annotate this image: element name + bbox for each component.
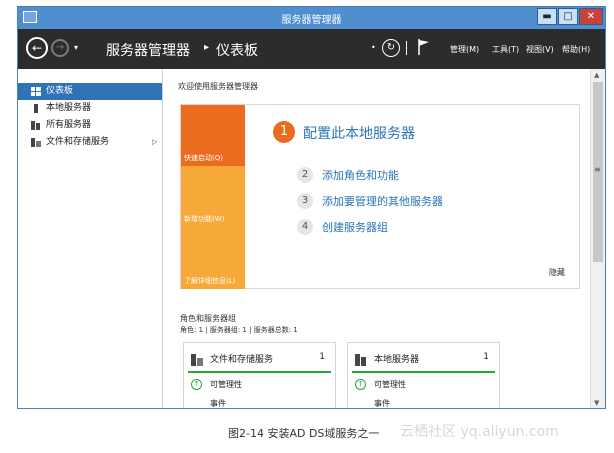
storage-icon — [191, 354, 203, 366]
add-other-servers-link[interactable]: 添加要管理的其他服务器 — [322, 193, 443, 209]
menu-help[interactable]: 帮助(H) — [562, 44, 590, 55]
flag-icon — [418, 39, 429, 55]
arrow-left-icon: ← — [31, 41, 43, 55]
step-number-2: 2 — [297, 167, 313, 183]
figure-caption: 图2-14 安装AD DS域服务之一 — [228, 427, 380, 440]
breadcrumb-dashboard: 仪表板 — [216, 43, 258, 59]
server-icon — [34, 104, 38, 113]
status-ok-icon: ↑ — [191, 379, 202, 390]
hide-link[interactable]: 隐藏 — [549, 267, 565, 278]
menu-manage[interactable]: 管理(M) — [450, 44, 479, 55]
tile-label: 新增功能(W) — [184, 215, 225, 223]
scroll-grip-icon: ≡ — [594, 165, 601, 174]
window-title: 服务器管理器 — [281, 15, 342, 26]
role-card-file-storage[interactable]: 文件和存储服务 1 ↑ 可管理性 事件 — [183, 342, 336, 408]
refresh-button[interactable]: ↻ — [382, 39, 400, 57]
configure-local-server-link[interactable]: 配置此本地服务器 — [303, 123, 415, 143]
toolbar: ← → ▾ 服务器管理器 ▸ 仪表板 • ↻ 管理(M) 工具(T) 视图(V)… — [18, 29, 605, 69]
create-server-group-link[interactable]: 创建服务器组 — [322, 219, 388, 235]
sidebar-item-dashboard[interactable]: 仪表板 — [18, 83, 162, 100]
tile-learn-more[interactable]: 了解详细信息(L) — [181, 227, 245, 289]
role-card-local-server[interactable]: 本地服务器 1 ↑ 可管理性 事件 — [347, 342, 500, 408]
welcome-title: 欢迎使用服务器管理器 — [178, 82, 258, 91]
vertical-scrollbar[interactable]: ▲ ≡ ▼ — [590, 69, 605, 408]
toolbar-divider — [406, 41, 407, 55]
card-count: 1 — [319, 352, 325, 362]
scroll-down-icon[interactable]: ▼ — [594, 399, 599, 407]
tile-whats-new[interactable]: 新增功能(W) — [181, 166, 245, 227]
server-icon — [355, 354, 366, 366]
servers-icon — [31, 121, 40, 130]
tile-quick-start[interactable]: 快速启动(Q) — [181, 105, 245, 166]
history-dropdown[interactable]: ▾ — [74, 43, 78, 52]
events-link[interactable]: 事件 — [374, 398, 390, 408]
tile-label: 快速启动(Q) — [184, 154, 223, 162]
sidebar-item-label: 所有服务器 — [46, 120, 92, 130]
storage-icon — [31, 138, 41, 147]
menu-tools[interactable]: 工具(T) — [492, 44, 519, 55]
expand-arrow-icon[interactable]: ▷ — [152, 134, 157, 151]
server-manager-window: 服务器管理器 ▬ □ ✕ ← → ▾ 服务器管理器 ▸ 仪表板 • ↻ 管理(M… — [17, 6, 606, 409]
sidebar-item-label: 文件和存储服务 — [46, 137, 110, 147]
sidebar-item-label: 本地服务器 — [46, 103, 92, 113]
refresh-dropdown[interactable]: • — [371, 43, 376, 52]
card-title: 本地服务器 — [374, 355, 420, 365]
maximize-button[interactable]: □ — [558, 8, 578, 25]
breadcrumb-separator-icon: ▸ — [204, 42, 210, 53]
title-bar: 服务器管理器 ▬ □ ✕ — [18, 7, 605, 29]
dashboard-icon — [31, 87, 41, 96]
card-count: 1 — [483, 352, 489, 362]
menu-view[interactable]: 视图(V) — [526, 44, 554, 55]
sidebar-item-all-servers[interactable]: 所有服务器 — [18, 117, 162, 134]
card-title: 文件和存储服务 — [210, 355, 274, 365]
status-ok-icon: ↑ — [355, 379, 366, 390]
sidebar-item-label: 仪表板 — [46, 86, 74, 96]
refresh-icon: ↻ — [386, 42, 396, 53]
events-link[interactable]: 事件 — [210, 398, 226, 408]
notifications-button[interactable] — [418, 39, 430, 59]
scroll-up-icon[interactable]: ▲ — [594, 71, 599, 79]
step-number-4: 4 — [297, 219, 313, 235]
sidebar: 仪表板 本地服务器 所有服务器 文件和存储服务 ▷ — [18, 69, 163, 408]
back-button[interactable]: ← — [26, 37, 48, 59]
breadcrumb-server-manager[interactable]: 服务器管理器 — [106, 40, 190, 60]
sidebar-item-local-server[interactable]: 本地服务器 — [18, 100, 162, 117]
manageability-link[interactable]: 可管理性 — [210, 379, 242, 390]
minimize-button[interactable]: ▬ — [537, 8, 557, 25]
dashboard-content: 欢迎使用服务器管理器 快速启动(Q) 新增功能(W) 了解详细信息(L) 1 配… — [164, 69, 589, 408]
sidebar-item-file-storage[interactable]: 文件和存储服务 ▷ — [18, 134, 162, 151]
close-button[interactable]: ✕ — [579, 8, 603, 25]
roles-summary: 角色: 1 | 服务器组: 1 | 服务器总数: 1 — [180, 326, 298, 334]
manageability-link[interactable]: 可管理性 — [374, 379, 406, 390]
tile-label: 了解详细信息(L) — [184, 277, 236, 285]
arrow-right-icon: → — [55, 42, 65, 53]
quick-start-panel: 快速启动(Q) 新增功能(W) 了解详细信息(L) 1 配置此本地服务器 2 添… — [180, 104, 580, 289]
add-roles-features-link[interactable]: 添加角色和功能 — [322, 167, 399, 183]
status-bar — [188, 371, 331, 373]
forward-button[interactable]: → — [51, 39, 69, 57]
step-number-1: 1 — [273, 121, 295, 143]
watermark: 云栖社区 yq.aliyun.com — [400, 424, 559, 440]
status-bar — [352, 371, 495, 373]
step-number-3: 3 — [297, 193, 313, 209]
roles-section-title: 角色和服务器组 — [180, 314, 236, 323]
